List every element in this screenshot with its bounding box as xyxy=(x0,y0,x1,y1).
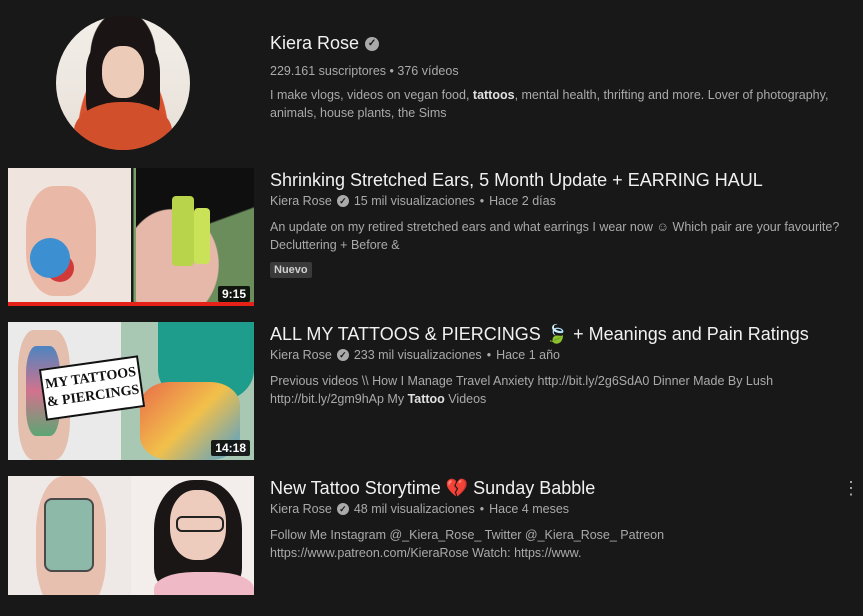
video-thumbnail[interactable]: MY TATTOOS & PIERCINGS 14:18 xyxy=(8,322,254,460)
channel-meta: 229.161 suscriptores • 376 vídeos xyxy=(270,64,459,78)
video-description: Previous videos \\ How I Manage Travel A… xyxy=(270,372,858,408)
view-count: 48 mil visualizaciones xyxy=(353,502,475,516)
verified-badge-icon: ✓ xyxy=(336,195,349,207)
upload-age: Hace 1 año xyxy=(496,348,561,362)
video-title[interactable]: Shrinking Stretched Ears, 5 Month Update… xyxy=(270,170,763,191)
meta-separator: • xyxy=(479,502,485,516)
meta-separator: • xyxy=(389,64,394,78)
channel-name-link[interactable]: Kiera Rose ✓ xyxy=(270,33,380,54)
avatar-sweater xyxy=(74,102,172,150)
more-actions-icon[interactable]: ⋮ xyxy=(842,478,860,498)
view-count: 15 mil visualizaciones xyxy=(353,194,475,208)
thumb-earring xyxy=(172,196,194,266)
channel-result: Kiera Rose ✓ 229.161 suscriptores • 376 … xyxy=(0,0,863,160)
watched-progress-bar xyxy=(8,302,254,306)
video-meta: Kiera Rose ✓ 233 mil visualizaciones • H… xyxy=(270,348,560,362)
verified-badge-icon: ✓ xyxy=(336,349,349,361)
video-channel-name[interactable]: Kiera Rose xyxy=(270,348,332,362)
video-result: 9:15 Shrinking Stretched Ears, 5 Month U… xyxy=(0,168,863,308)
channel-description: I make vlogs, videos on vegan food, tatt… xyxy=(270,86,850,122)
video-description: An update on my retired stretched ears a… xyxy=(270,220,840,252)
video-result: New Tattoo Storytime 💔 Sunday Babble Kie… xyxy=(0,476,863,616)
channel-desc-highlight: tattoos xyxy=(472,88,515,102)
video-channel-name[interactable]: Kiera Rose xyxy=(270,502,332,516)
verified-badge-icon: ✓ xyxy=(336,503,349,515)
video-description: Follow Me Instagram @_Kiera_Rose_ Twitte… xyxy=(270,528,665,560)
channel-desc-text: I make vlogs, videos on vegan food, xyxy=(270,88,473,102)
new-badge: Nuevo xyxy=(270,262,312,278)
video-duration: 14:18 xyxy=(211,440,250,456)
video-thumbnail[interactable] xyxy=(8,476,254,595)
thumb-jar-tattoo xyxy=(44,498,94,572)
channel-avatar[interactable] xyxy=(56,16,190,150)
video-desc-highlight: Tattoo xyxy=(407,392,445,406)
subscriber-count: 229.161 suscriptores xyxy=(270,64,387,78)
view-count: 233 mil visualizaciones xyxy=(353,348,482,362)
thumb-glasses xyxy=(176,516,224,532)
thumb-top xyxy=(154,572,254,595)
video-duration: 9:15 xyxy=(217,286,250,302)
video-title[interactable]: New Tattoo Storytime 💔 Sunday Babble xyxy=(270,478,595,499)
verified-badge-icon: ✓ xyxy=(365,36,380,51)
video-result: MY TATTOOS & PIERCINGS 14:18 ALL MY TATT… xyxy=(0,322,863,462)
thumb-earring-2 xyxy=(194,208,210,264)
video-channel-name[interactable]: Kiera Rose xyxy=(270,194,332,208)
thumb-tattoo xyxy=(30,238,70,278)
video-title[interactable]: ALL MY TATTOOS & PIERCINGS 🍃 + Meanings … xyxy=(270,324,809,345)
video-meta: Kiera Rose ✓ 15 mil visualizaciones • Ha… xyxy=(270,194,556,208)
upload-age: Hace 4 meses xyxy=(489,502,570,516)
video-count: 376 vídeos xyxy=(397,64,459,78)
video-desc-text-end: Videos xyxy=(444,392,487,406)
video-thumbnail[interactable]: 9:15 xyxy=(8,168,254,306)
upload-age: Hace 2 días xyxy=(489,194,556,208)
video-meta: Kiera Rose ✓ 48 mil visualizaciones • Ha… xyxy=(270,502,569,516)
avatar-face xyxy=(102,46,144,98)
meta-separator: • xyxy=(479,194,485,208)
meta-separator: • xyxy=(486,348,492,362)
channel-name: Kiera Rose xyxy=(270,33,360,53)
video-desc-text: Previous videos \\ How I Manage Travel A… xyxy=(270,374,774,406)
